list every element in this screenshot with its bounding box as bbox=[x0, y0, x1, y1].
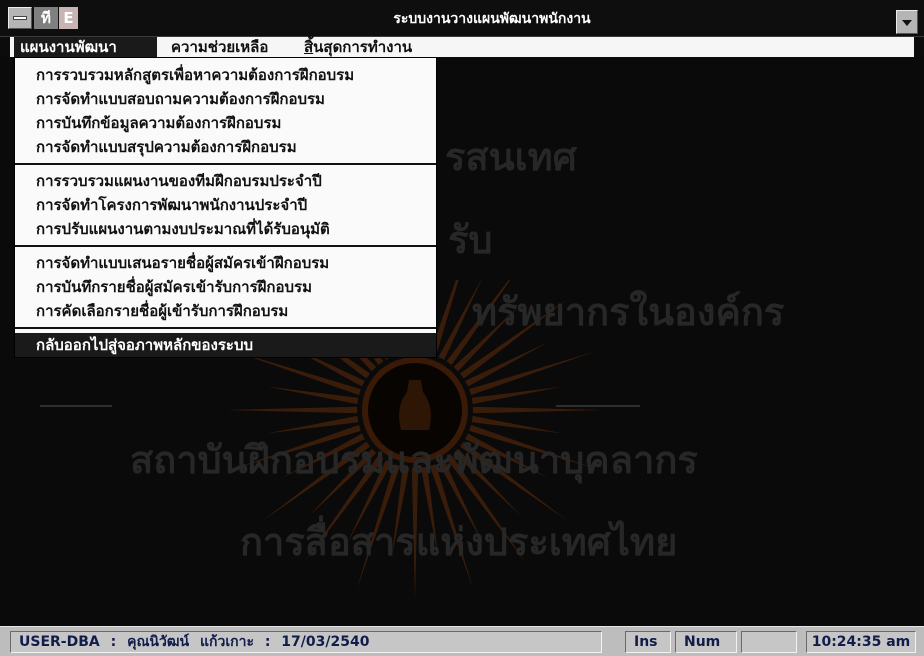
status-user-info: USER-DBA : คุณนิวัฒน์ แก้วเกาะ : 17/03/2… bbox=[10, 631, 602, 653]
menu-bar: แผนงานพัฒนา ความช่วยเหลือ สิ้นสุดการทำงา… bbox=[10, 37, 914, 57]
status-bar: USER-DBA : คุณนิวัฒน์ แก้วเกาะ : 17/03/2… bbox=[0, 626, 924, 656]
menu-exit-label-rest: นสุดการทำงาน bbox=[313, 38, 413, 56]
menu-exit[interactable]: สิ้นสุดการทำงาน bbox=[298, 37, 418, 57]
menu-item-collect-curriculum[interactable]: การรวบรวมหลักสูตรเพื่อหาความต้องการฝึกอบ… bbox=[15, 63, 436, 87]
app-logo-icon: ที E bbox=[34, 7, 78, 29]
menu-exit-accelerator: สิ้ bbox=[304, 38, 314, 56]
status-clock: 10:24:35 am bbox=[806, 631, 916, 653]
system-menu-icon[interactable] bbox=[8, 7, 32, 29]
menu-item-nominee-form[interactable]: การจัดทำแบบเสนอรายชื่อผู้สมัครเข้าฝึกอบร… bbox=[15, 251, 436, 275]
status-empty-panel bbox=[741, 631, 797, 653]
emblem-ray bbox=[225, 406, 358, 414]
app-window: ที E ระบบงานวางแผนพัฒนาพนักงาน แผนงานพัฒ… bbox=[0, 0, 924, 656]
menu-item-create-questionnaire[interactable]: การจัดทำแบบสอบถามความต้องการฝึกอบรม bbox=[15, 87, 436, 111]
status-num-indicator: Num bbox=[675, 631, 737, 653]
down-arrow-icon bbox=[902, 20, 912, 26]
watermark-line bbox=[40, 405, 112, 407]
emblem-ray bbox=[472, 406, 605, 414]
menu-separator bbox=[15, 241, 436, 251]
menu-help[interactable]: ความช่วยเหลือ bbox=[165, 37, 274, 57]
background-text-line: การสื่อสารแห่งประเทศไทย bbox=[240, 520, 678, 564]
background-text-line: รับ bbox=[448, 218, 493, 262]
menu-separator bbox=[15, 159, 436, 169]
watermark-line bbox=[556, 405, 640, 407]
background-text-line: สถาบันฝึกอบรมและพัฒนาบุคลากร bbox=[130, 438, 698, 482]
menu-item-needs-summary[interactable]: การจัดทำแบบสรุปความต้องการฝึกอบรม bbox=[15, 135, 436, 159]
menu-item-collect-team-plans[interactable]: การรวบรวมแผนงานของทีมฝึกอบรมประจำปี bbox=[15, 169, 436, 193]
app-logo-glyph-left: ที bbox=[34, 7, 58, 29]
menu-item-adjust-budget-plan[interactable]: การปรับแผนงานตามงบประมาณที่ได้รับอนุมัติ bbox=[15, 217, 436, 241]
menu-item-annual-project[interactable]: การจัดทำโครงการพัฒนาพนักงานประจำปี bbox=[15, 193, 436, 217]
menu-separator bbox=[15, 323, 436, 333]
menu-plan-development[interactable]: แผนงานพัฒนา bbox=[14, 37, 157, 57]
background-text-line: ทรัพยากรในองค์กร bbox=[472, 290, 785, 334]
window-title: ระบบงานวางแผนพัฒนาพนักงาน bbox=[393, 11, 591, 27]
menu-item-select-trainees[interactable]: การคัดเลือกรายชื่อผู้เข้ารับการฝึกอบรม bbox=[15, 299, 436, 323]
status-ins-indicator: Ins bbox=[625, 631, 671, 653]
app-logo-glyph-right: E bbox=[59, 7, 78, 29]
menu-item-return-main-screen[interactable]: กลับออกไปสู่จอภาพหลักของระบบ bbox=[15, 333, 436, 357]
background-text-line: รสนเทศ bbox=[445, 135, 577, 179]
menu-item-record-needs[interactable]: การบันทึกข้อมูลความต้องการฝึกอบรม bbox=[15, 111, 436, 135]
minimize-button[interactable] bbox=[896, 10, 918, 34]
dash-icon bbox=[13, 16, 27, 20]
title-bar: ที E ระบบงานวางแผนพัฒนาพนักงาน bbox=[0, 0, 924, 37]
plan-development-dropdown: การรวบรวมหลักสูตรเพื่อหาความต้องการฝึกอบ… bbox=[14, 57, 437, 358]
menu-item-record-applicants[interactable]: การบันทึกรายชื่อผู้สมัครเข้ารับการฝึกอบร… bbox=[15, 275, 436, 299]
